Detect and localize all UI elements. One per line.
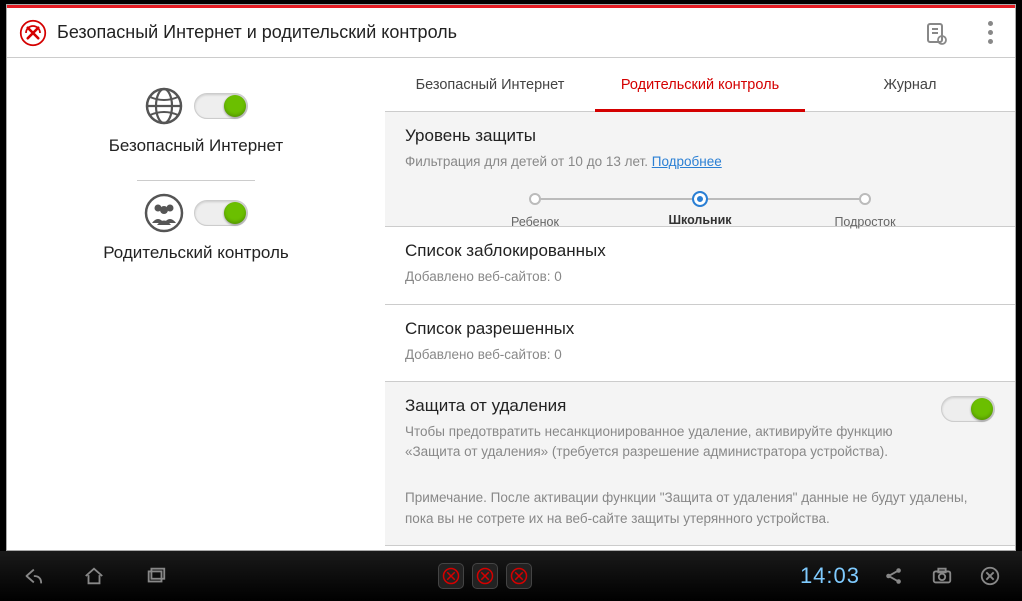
blocked-list-subtitle: Добавлено веб-сайтов: 0 — [405, 267, 995, 287]
nav-close-button[interactable] — [976, 562, 1004, 590]
tab-safe-internet[interactable]: Безопасный Интернет — [385, 58, 595, 111]
nav-center-tray — [190, 563, 780, 589]
nav-home-button[interactable] — [80, 562, 108, 590]
nav-clock[interactable]: 14:03 — [800, 563, 860, 589]
nav-camera-button[interactable] — [928, 562, 956, 590]
header-bar: Безопасный Интернет и родительский контр… — [7, 8, 1015, 58]
parental-control-label: Родительский контроль — [103, 243, 289, 263]
allowed-list-subtitle: Добавлено веб-сайтов: 0 — [405, 345, 995, 365]
slider-label-school: Школьник — [668, 213, 731, 227]
protection-level-title: Уровень защиты — [405, 126, 995, 146]
android-navbar: 14:03 — [0, 551, 1022, 601]
protection-level-sub-text: Фильтрация для детей от 10 до 13 лет. — [405, 154, 648, 169]
slider-label-child: Ребенок — [511, 215, 559, 229]
protection-slider[interactable]: Ребенок Школьник Подросток — [405, 198, 995, 210]
left-panel: Безопасный Интернет Родительский контрол… — [7, 58, 385, 550]
module-divider — [137, 180, 255, 181]
delete-protection-switch[interactable] — [941, 396, 995, 422]
module-parental-control[interactable]: Родительский контроль — [103, 187, 289, 281]
people-icon — [144, 193, 184, 233]
tab-journal[interactable]: Журнал — [805, 58, 1015, 111]
nav-recent-button[interactable] — [142, 562, 170, 590]
section-allowed-list[interactable]: Список разрешенных Добавлено веб-сайтов:… — [385, 305, 1015, 382]
slider-track: Ребенок Школьник Подросток — [535, 198, 865, 200]
tab-parental-control[interactable]: Родительский контроль — [595, 58, 805, 111]
delete-protection-desc: Чтобы предотвратить несанкционированное … — [405, 422, 925, 463]
slider-label-teen: Подросток — [834, 215, 895, 229]
right-panel: Безопасный Интернет Родительский контрол… — [385, 58, 1015, 550]
header-actions — [923, 20, 1003, 46]
tray-app-icon[interactable] — [472, 563, 498, 589]
blocked-list-title: Список заблокированных — [405, 241, 995, 261]
safe-internet-switch[interactable] — [194, 93, 248, 119]
overflow-dots-icon — [988, 21, 993, 44]
parental-control-switch[interactable] — [194, 200, 248, 226]
section-blocked-list[interactable]: Список заблокированных Добавлено веб-сай… — [385, 227, 1015, 304]
delete-protection-note: Примечание. После активации функции "Защ… — [405, 488, 995, 529]
section-protection-level: Уровень защиты Фильтрация для детей от 1… — [385, 112, 1015, 227]
tray-app-icon[interactable] — [506, 563, 532, 589]
slider-stop-teen[interactable]: Подросток — [859, 193, 871, 205]
app-logo-icon — [19, 19, 47, 47]
protection-level-subtitle: Фильтрация для детей от 10 до 13 лет. По… — [405, 152, 995, 172]
overflow-menu-button[interactable] — [977, 20, 1003, 46]
header-title: Безопасный Интернет и родительский контр… — [57, 22, 923, 43]
tray-app-icon[interactable] — [438, 563, 464, 589]
slider-stop-child[interactable]: Ребенок — [529, 193, 541, 205]
tabs-bar: Безопасный Интернет Родительский контрол… — [385, 58, 1015, 112]
allowed-list-title: Список разрешенных — [405, 319, 995, 339]
report-button[interactable] — [923, 20, 949, 46]
protection-level-more-link[interactable]: Подробнее — [652, 154, 722, 169]
slider-stop-school[interactable]: Школьник — [692, 191, 708, 207]
delete-protection-title: Защита от удаления — [405, 396, 925, 416]
nav-back-button[interactable] — [18, 562, 46, 590]
section-delete-protection: Защита от удаления Чтобы предотвратить н… — [385, 382, 1015, 546]
app-window: Безопасный Интернет и родительский контр… — [6, 4, 1016, 551]
nav-share-button[interactable] — [880, 562, 908, 590]
module-safe-internet[interactable]: Безопасный Интернет — [109, 80, 283, 174]
safe-internet-label: Безопасный Интернет — [109, 136, 283, 156]
globe-icon — [144, 86, 184, 126]
